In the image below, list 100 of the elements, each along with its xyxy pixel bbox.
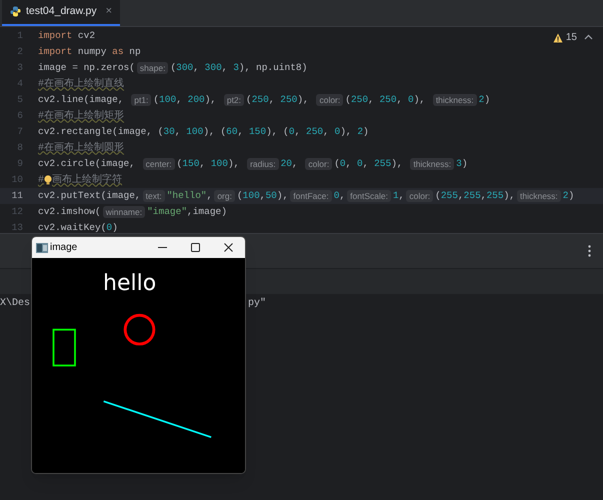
number-literal: 20 — [280, 156, 292, 171]
number-literal: 2 — [357, 124, 364, 139]
number-literal: 255 — [440, 188, 458, 203]
code-text: ( — [246, 92, 252, 107]
circle-drawing — [124, 314, 156, 346]
code-text: , — [398, 188, 404, 203]
code-text: cv2.putText(image, — [38, 188, 141, 203]
code-comment: #在画布上绘制直线 — [38, 76, 124, 92]
keyword: import — [38, 44, 72, 59]
code-text: ), — [340, 124, 353, 139]
code-text: , — [346, 156, 352, 171]
number-literal: 0 — [408, 92, 414, 107]
code-text: , — [323, 124, 330, 139]
file-tab[interactable]: test04_draw.py × — [2, 0, 120, 26]
number-literal: 100 — [242, 188, 260, 203]
code-text: ), — [204, 92, 218, 107]
canvas-text: hello — [103, 273, 156, 295]
window-app-icon — [36, 242, 48, 252]
code-text: cv2 — [76, 28, 96, 43]
code-text: , — [260, 188, 266, 203]
code-text: , — [458, 188, 464, 203]
number-literal: 250 — [379, 92, 397, 107]
code-text: ( — [435, 188, 441, 203]
code-text: ,image) — [187, 204, 227, 219]
parameter-hint: radius: — [247, 158, 279, 170]
string-literal: "image" — [147, 204, 188, 219]
window-title: image — [50, 241, 78, 255]
code-text: cv2.waitKey( — [38, 220, 106, 235]
number-literal: 0 — [334, 188, 340, 203]
number-literal: 2 — [478, 92, 484, 107]
number-literal: 30 — [163, 124, 175, 139]
number-literal: 3 — [456, 156, 462, 171]
code-text: ( — [153, 92, 160, 107]
code-text: , — [480, 188, 486, 203]
number-literal: 0 — [334, 124, 340, 139]
chevron-up-icon[interactable] — [584, 33, 593, 42]
number-literal: 300 — [204, 60, 222, 75]
code-text: ), ( — [203, 124, 226, 139]
number-literal: 300 — [176, 60, 194, 75]
number-literal: 50 — [265, 188, 277, 203]
code-text: , — [292, 156, 299, 171]
maximize-icon[interactable] — [191, 243, 200, 252]
number-literal: 150 — [248, 124, 266, 139]
code-text: , — [238, 124, 244, 139]
number-literal: 100 — [210, 156, 228, 171]
close-icon[interactable] — [224, 243, 233, 252]
number-literal: 255 — [486, 188, 504, 203]
number-literal: 100 — [159, 92, 176, 107]
code-text: ( — [236, 188, 243, 203]
code-text: numpy — [76, 44, 108, 59]
number-literal: 250 — [350, 92, 368, 107]
console-text: py" — [248, 296, 266, 311]
number-literal: 250 — [306, 124, 324, 139]
code-text: , — [396, 92, 404, 107]
console-text: X\Des — [0, 296, 30, 311]
number-literal: 0 — [288, 124, 295, 139]
number-literal: 255 — [464, 188, 481, 203]
number-literal: 200 — [188, 92, 205, 107]
close-tab-button[interactable]: × — [106, 3, 112, 20]
parameter-hint: thickness: — [432, 94, 477, 106]
code-comment: 画布上绘制字符 — [52, 172, 122, 188]
code-text: , — [294, 124, 302, 139]
code-text: , — [368, 92, 375, 107]
number-literal: 0 — [106, 220, 112, 235]
code-text: np — [128, 44, 141, 59]
code-text: cv2.line(image, — [38, 92, 125, 107]
code-text: ), — [414, 92, 426, 107]
parameter-hint: pt1: — [131, 94, 152, 106]
code-comment: #在画布上绘制圆形 — [38, 140, 124, 156]
code-text: ), — [391, 156, 404, 171]
lightbulb-icon[interactable] — [44, 175, 52, 185]
number-literal: 100 — [186, 124, 204, 139]
code-text: ( — [170, 60, 176, 75]
code-text: , — [174, 124, 182, 139]
code-text: ), — [297, 92, 310, 107]
line-number: 11 — [10, 188, 23, 203]
number-literal: 150 — [182, 156, 200, 171]
more-options-icon[interactable] — [588, 245, 591, 257]
parameter-hint: color: — [406, 190, 434, 202]
code-text: image = np.zeros( — [38, 60, 135, 75]
code-text: ) — [462, 156, 468, 171]
number-literal: 3 — [233, 60, 239, 75]
code-text: ) — [112, 220, 118, 235]
code-comment: #在画布上绘制矩形 — [38, 108, 124, 124]
keyword: import — [38, 28, 72, 43]
warning-icon[interactable] — [552, 32, 563, 42]
code-comment: # — [38, 174, 44, 188]
parameter-hint: winname: — [102, 206, 146, 218]
code-text: ) — [568, 188, 574, 203]
code-text: , — [222, 60, 228, 75]
parameter-hint: color: — [305, 158, 332, 170]
warning-count[interactable]: 15 — [566, 30, 577, 45]
number-literal: 1 — [392, 188, 399, 203]
number-literal: 255 — [374, 156, 392, 171]
code-text: ) — [484, 92, 490, 107]
code-text: , — [199, 156, 206, 171]
code-text: , — [339, 188, 346, 203]
code-text: cv2.rectangle(image, ( — [38, 124, 164, 139]
rectangle-drawing — [52, 328, 76, 366]
parameter-hint: shape: — [136, 62, 168, 74]
